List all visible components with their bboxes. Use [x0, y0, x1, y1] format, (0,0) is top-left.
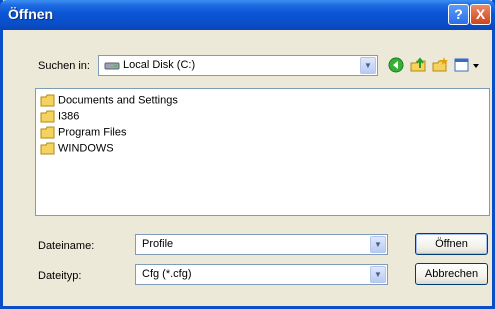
lookin-label: Suchen in:: [38, 60, 90, 72]
file-name: Program Files: [58, 126, 127, 139]
back-icon: [388, 57, 404, 73]
lookin-combo[interactable]: Local Disk (C:) ▼: [98, 55, 378, 76]
list-item[interactable]: I386: [40, 110, 79, 124]
file-list[interactable]: Documents and Settings I386 Program File…: [35, 88, 490, 216]
back-button[interactable]: [387, 56, 405, 74]
list-item[interactable]: Program Files: [40, 126, 126, 140]
chevron-down-icon: ▼: [374, 240, 382, 249]
up-folder-icon: [410, 57, 426, 72]
close-icon: X: [475, 6, 486, 22]
open-button-label: Öffnen: [435, 238, 468, 250]
list-item[interactable]: WINDOWS: [40, 142, 114, 156]
folder-icon: [40, 142, 55, 155]
folder-icon: [40, 94, 55, 107]
window-title: Öffnen: [8, 6, 54, 22]
drive-icon: [104, 61, 120, 74]
filetype-label: Dateityp:: [38, 270, 82, 282]
close-button[interactable]: X: [470, 4, 491, 25]
chevron-down-icon: ▼: [364, 61, 372, 70]
filename-dropdown-button[interactable]: ▼: [370, 236, 386, 253]
new-folder-button[interactable]: [431, 56, 449, 74]
help-button[interactable]: ?: [448, 4, 469, 25]
cancel-button-label: Abbrechen: [424, 268, 479, 280]
folder-icon: [40, 110, 55, 123]
cancel-button[interactable]: Abbrechen: [415, 263, 488, 285]
filetype-dropdown-button[interactable]: ▼: [370, 266, 386, 283]
filename-field[interactable]: Profile ▼: [135, 234, 388, 255]
views-menu-button[interactable]: [453, 56, 483, 74]
file-name: I386: [58, 110, 80, 123]
lookin-dropdown-button[interactable]: ▼: [360, 57, 376, 74]
file-name: Documents and Settings: [58, 94, 178, 107]
title-bar[interactable]: Öffnen ? X: [0, 0, 495, 30]
views-menu-icon: [454, 58, 479, 72]
open-button[interactable]: Öffnen: [415, 233, 488, 255]
chevron-down-icon: ▼: [374, 270, 382, 279]
file-name: WINDOWS: [58, 142, 114, 155]
filename-label: Dateiname:: [38, 240, 95, 252]
filetype-value: Cfg (*.cfg): [142, 268, 192, 280]
lookin-value: Local Disk (C:): [123, 59, 196, 71]
list-item[interactable]: Documents and Settings: [40, 94, 178, 108]
filename-value: Profile: [142, 238, 174, 250]
open-dialog: Öffnen ? X Suchen in: Local Disk (C:) ▼ …: [0, 0, 495, 309]
filetype-select[interactable]: Cfg (*.cfg) ▼: [135, 264, 388, 285]
help-icon: ?: [454, 6, 463, 22]
up-folder-button[interactable]: [409, 56, 427, 74]
folder-icon: [40, 126, 55, 139]
new-folder-icon: [432, 57, 448, 72]
